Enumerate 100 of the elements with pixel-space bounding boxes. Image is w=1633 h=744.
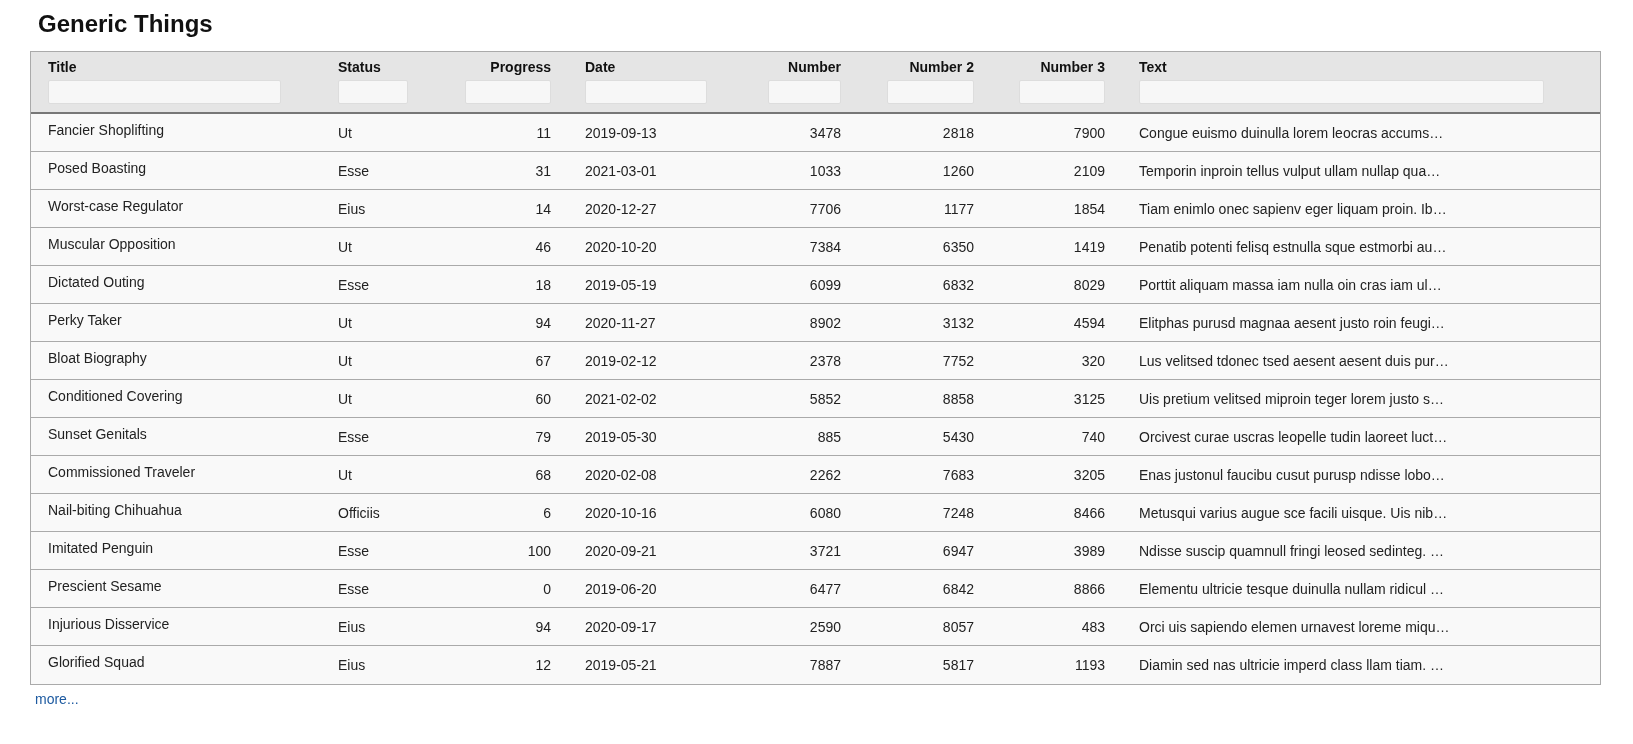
table-cell: 2109 (1073, 162, 1105, 179)
filter-field[interactable] (768, 80, 841, 104)
table-cell: 2019-05-19 (585, 276, 657, 293)
page-title: Generic Things (38, 10, 213, 38)
table-cell: Nail-biting Chihuahua (48, 501, 182, 518)
table-cell: 14 (535, 200, 551, 217)
table-cell: 3478 (809, 124, 841, 141)
table-cell: Orcivest curae uscras leopelle tudin laoreet luct… (1139, 428, 1448, 445)
table-cell: 6947 (942, 542, 974, 559)
table-cell: Esse (338, 580, 370, 597)
table-cell: 2020-10-16 (585, 504, 657, 521)
table-cell: Ut (338, 466, 352, 483)
table-cell: 2378 (809, 352, 841, 369)
more-link[interactable]: more... (35, 691, 79, 707)
table-cell: 2021-03-01 (585, 162, 657, 179)
table-cell: 8029 (1073, 276, 1105, 293)
table-cell: 5430 (942, 428, 974, 445)
table-cell: 2818 (942, 124, 974, 141)
table-cell: 4594 (1073, 314, 1105, 331)
table-cell: 94 (535, 618, 551, 635)
table-cell: 1193 (1074, 657, 1105, 673)
table-cell: 1177 (943, 200, 974, 217)
filter-field[interactable] (338, 80, 408, 104)
table-cell: 7683 (942, 466, 974, 483)
table-cell: 79 (535, 428, 551, 445)
table-cell: 8466 (1073, 504, 1105, 521)
table-cell: 7384 (809, 238, 841, 255)
table-cell: Uis pretium velitsed miproin teger lorem justo s… (1139, 390, 1444, 407)
column-header[interactable]: Title (48, 59, 304, 75)
table-cell: 6099 (809, 276, 841, 293)
table-cell: 7248 (942, 504, 974, 521)
table-cell: 3721 (809, 542, 841, 559)
table-cell: Porttit aliquam massa iam nulla oin cras iam ul… (1139, 276, 1442, 293)
filter-field[interactable] (1019, 80, 1105, 104)
column-header[interactable]: Progress (490, 59, 551, 75)
table-cell: Ut (338, 352, 352, 369)
table-cell: Injurious Disservice (48, 615, 170, 632)
table-cell: 2019-05-21 (585, 657, 657, 673)
table-cell: Congue euismo duinulla lorem leocras accums… (1139, 124, 1444, 141)
table-cell: Ut (338, 124, 352, 141)
table-cell: 2020-02-08 (585, 466, 657, 483)
table-cell: 8902 (809, 314, 841, 331)
table-cell: 6350 (942, 238, 974, 255)
table-cell: 94 (535, 314, 551, 331)
table-cell: Eius (338, 657, 366, 673)
table-cell: 2020-11-27 (585, 314, 656, 331)
table-cell: 320 (1081, 352, 1105, 369)
table-cell: 2019-02-12 (585, 352, 657, 369)
table-cell: 740 (1081, 428, 1105, 445)
table-cell: Esse (338, 162, 370, 179)
table-cell: 6080 (809, 504, 841, 521)
table-cell: 0 (543, 580, 551, 597)
table-cell: 885 (817, 428, 841, 445)
column-header[interactable]: Number 3 (1040, 59, 1105, 75)
filter-field[interactable] (48, 80, 281, 104)
table-cell: 3125 (1073, 390, 1105, 407)
table-cell: Ut (338, 238, 352, 255)
table-cell: 2020-10-20 (585, 238, 657, 255)
table-cell: 6477 (809, 580, 841, 597)
table-cell: Elementu ultricie tesque duinulla nullam ridicul … (1139, 580, 1445, 597)
table-cell: 2020-09-21 (585, 542, 657, 559)
table-cell: Ndisse suscip quamnull fringi leosed sedinteg. … (1139, 542, 1445, 559)
column-header[interactable]: Number (788, 59, 841, 75)
table-cell: 483 (1081, 618, 1105, 635)
table-cell: 8057 (942, 618, 974, 635)
table-cell: 31 (535, 162, 551, 179)
column-header[interactable]: Text (1139, 59, 1587, 75)
filter-field[interactable] (1139, 80, 1544, 104)
table-cell: Commissioned Traveler (48, 463, 196, 480)
table-cell: Conditioned Covering (48, 387, 183, 404)
table-cell: 3205 (1073, 466, 1105, 483)
table-cell: 2019-09-13 (585, 124, 657, 141)
table-cell: Temporin inproin tellus vulput ullam nullap qua… (1139, 162, 1441, 179)
table-cell: 7752 (942, 352, 974, 369)
filter-field[interactable] (465, 80, 551, 104)
table-cell: Bloat Biography (48, 349, 147, 366)
table-cell: Posed Boasting (48, 159, 147, 176)
column-header[interactable]: Number 2 (909, 59, 974, 75)
table-cell: 6832 (942, 276, 974, 293)
table-cell: 46 (535, 238, 551, 255)
table-cell: Orci uis sapiendo elemen urnavest loreme miqu… (1139, 618, 1450, 635)
table-cell: 60 (535, 390, 551, 407)
table-cell: Ut (338, 390, 352, 407)
table-cell: Officiis (338, 504, 380, 521)
table-cell: 1854 (1073, 200, 1105, 217)
column-header[interactable]: Date (585, 59, 734, 75)
table-cell: 1260 (942, 162, 974, 179)
table-cell: Ut (338, 314, 352, 331)
table-cell: Diamin sed nas ultricie imperd class llam tiam. … (1139, 657, 1444, 673)
table-cell: 6842 (942, 580, 974, 597)
table-cell: 2590 (809, 618, 841, 635)
table-cell: 8858 (942, 390, 974, 407)
filter-field[interactable] (585, 80, 707, 104)
table-cell: 2019-05-30 (585, 428, 657, 445)
column-header[interactable]: Status (338, 59, 429, 75)
table-cell: 5817 (942, 657, 974, 673)
table-cell: Esse (338, 428, 370, 445)
filter-field[interactable] (887, 80, 974, 104)
table-cell: Eius (338, 618, 366, 635)
table-cell: Penatib potenti felisq estnulla sque estmorbi au… (1139, 238, 1447, 255)
